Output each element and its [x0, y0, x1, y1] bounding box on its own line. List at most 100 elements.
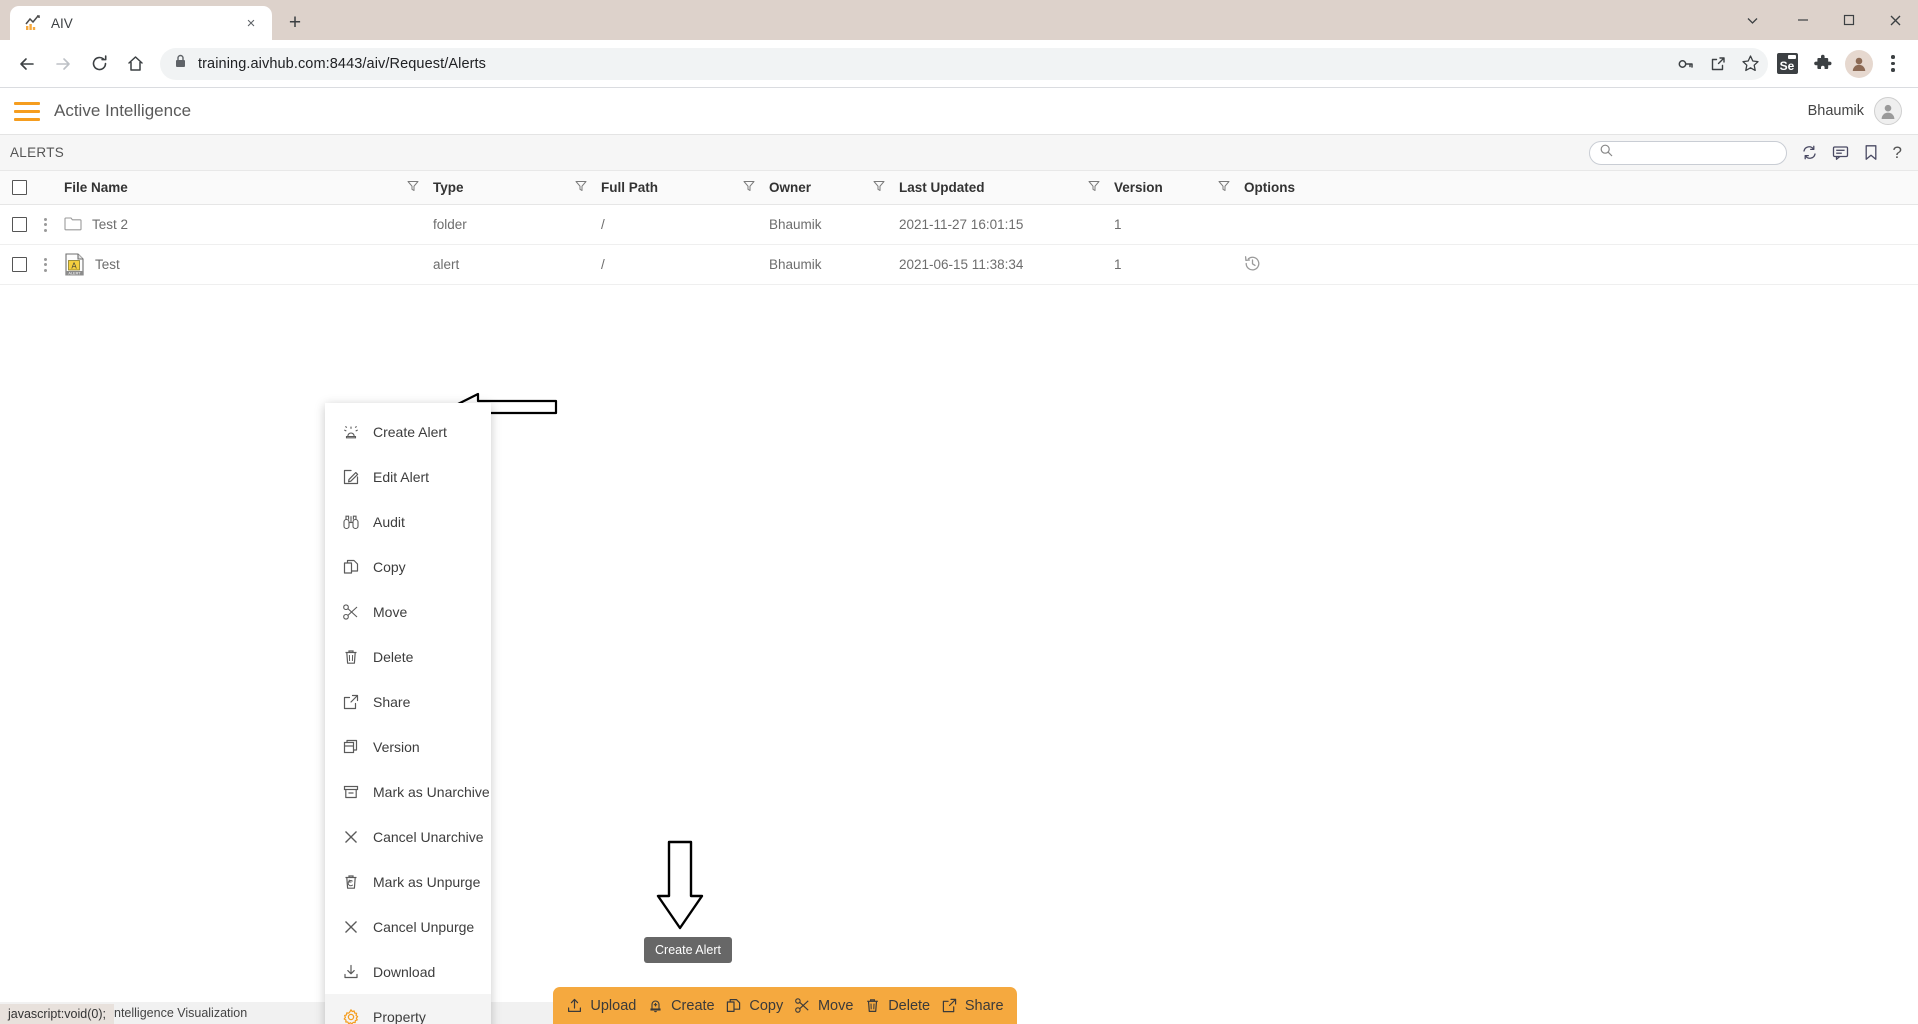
menu-item-label: Cancel Unpurge: [373, 918, 475, 935]
share-button[interactable]: Share: [941, 997, 1004, 1014]
row-file-name: Test 2: [92, 217, 129, 232]
row-menu-icon[interactable]: [32, 217, 58, 232]
browser-menu-icon[interactable]: [1878, 47, 1908, 81]
row-type: folder: [433, 217, 467, 232]
trash-icon: [341, 647, 360, 666]
share-arrow-icon: [941, 997, 958, 1014]
minimize-icon[interactable]: [1780, 0, 1826, 40]
upload-button[interactable]: Upload: [566, 997, 636, 1014]
filter-icon-last-updated[interactable]: [1088, 180, 1100, 195]
row-menu-icon[interactable]: [32, 257, 58, 272]
forward-icon[interactable]: [46, 47, 80, 81]
chevron-down-icon[interactable]: [1724, 0, 1780, 40]
alerts-label: ALERTS: [10, 145, 65, 160]
menu-item-copy[interactable]: Copy: [325, 544, 491, 589]
menu-item-edit-alert[interactable]: Edit Alert: [325, 454, 491, 499]
menu-item-audit[interactable]: Audit: [325, 499, 491, 544]
selenium-extension-icon[interactable]: Se: [1770, 47, 1804, 81]
annotation-arrow-down: [655, 840, 705, 930]
reload-icon[interactable]: [82, 47, 116, 81]
gear-icon: [341, 1007, 360, 1024]
bottom-item-label: Create: [671, 997, 715, 1014]
address-bar[interactable]: training.aivhub.com:8443/aiv/Request/Ale…: [160, 47, 1706, 80]
column-header-full-path[interactable]: Full Path: [601, 180, 743, 195]
upload-icon: [566, 997, 583, 1014]
menu-item-create-alert[interactable]: Create Alert: [325, 409, 491, 454]
filter-icon-full-path[interactable]: [743, 180, 755, 195]
avatar[interactable]: [1874, 97, 1902, 125]
menu-item-move[interactable]: Move: [325, 589, 491, 634]
back-icon[interactable]: [10, 47, 44, 81]
create-alert-tooltip: Create Alert: [644, 937, 733, 963]
history-restore-icon[interactable]: [1244, 255, 1404, 275]
password-key-icon[interactable]: [1670, 48, 1702, 80]
column-header-file-name[interactable]: File Name: [64, 180, 407, 195]
browser-profile-avatar[interactable]: [1845, 49, 1873, 78]
window-close-icon[interactable]: [1872, 0, 1918, 40]
hamburger-menu-icon[interactable]: [14, 101, 40, 121]
filter-icon-version[interactable]: [1218, 180, 1230, 195]
svg-text:A: A: [71, 261, 77, 270]
copy-button[interactable]: Copy: [725, 997, 783, 1014]
menu-item-mark-as-unarchive[interactable]: Mark as Unarchive: [325, 769, 491, 814]
help-icon[interactable]: ?: [1893, 143, 1902, 163]
share-icon[interactable]: [1702, 48, 1734, 80]
maximize-icon[interactable]: [1826, 0, 1872, 40]
column-header-options: Options: [1244, 180, 1295, 195]
new-tab-button[interactable]: +: [280, 7, 310, 37]
table-row[interactable]: Test 2 folder / Bhaumik 2021-11-27 16:01…: [0, 205, 1918, 245]
menu-item-label: Create Alert: [373, 423, 447, 440]
svg-text:ALERT: ALERT: [68, 272, 81, 276]
delete-button[interactable]: Delete: [864, 997, 930, 1014]
alerts-toolbar-actions: ?: [1588, 140, 1902, 165]
siren-icon: [341, 422, 360, 441]
row-file-name: Test: [95, 257, 120, 272]
move-button[interactable]: Move: [794, 997, 853, 1014]
extensions-puzzle-icon[interactable]: [1806, 47, 1840, 81]
bookmark-icon[interactable]: [1863, 144, 1879, 161]
filter-icon-type[interactable]: [575, 180, 587, 195]
filter-icon-owner[interactable]: [873, 180, 885, 195]
row-checkbox[interactable]: [0, 257, 32, 272]
version-stack-icon: [341, 737, 360, 756]
menu-item-mark-as-unpurge[interactable]: Mark as Unpurge: [325, 859, 491, 904]
restore-trash-icon: [341, 872, 360, 891]
menu-item-download[interactable]: Download: [325, 949, 491, 994]
refresh-icon[interactable]: [1801, 144, 1818, 161]
column-header-last-updated[interactable]: Last Updated: [899, 180, 1088, 195]
trash-icon: [864, 997, 881, 1014]
create-bell-icon: [647, 997, 664, 1014]
menu-item-label: Download: [373, 963, 436, 980]
create-button[interactable]: Create: [647, 997, 715, 1014]
home-icon[interactable]: [118, 47, 152, 81]
selenium-icon-label: Se: [1776, 53, 1798, 74]
menu-item-property[interactable]: Property: [325, 994, 491, 1024]
row-checkbox[interactable]: [0, 217, 32, 232]
menu-item-delete[interactable]: Delete: [325, 634, 491, 679]
search-input[interactable]: [1619, 145, 1776, 160]
menu-item-cancel-unpurge[interactable]: Cancel Unpurge: [325, 904, 491, 949]
table-row[interactable]: A ALERT Test alert / Bhaumik 2021-06-15 …: [0, 245, 1918, 285]
column-header-owner[interactable]: Owner: [769, 180, 873, 195]
scissors-icon: [341, 602, 360, 621]
column-header-type[interactable]: Type: [433, 180, 575, 195]
search-box[interactable]: [1588, 140, 1787, 165]
row-owner: Bhaumik: [769, 257, 822, 272]
window-controls: [1724, 0, 1918, 40]
comment-icon[interactable]: [1832, 144, 1849, 161]
browser-tab[interactable]: AIV ×: [10, 6, 272, 40]
menu-item-label: Share: [373, 693, 411, 710]
archive-box-icon: [341, 782, 360, 801]
menu-item-cancel-unarchive[interactable]: Cancel Unarchive: [325, 814, 491, 859]
menu-item-version[interactable]: Version: [325, 724, 491, 769]
close-icon[interactable]: ×: [240, 12, 262, 34]
column-header-version[interactable]: Version: [1114, 180, 1218, 195]
filter-icon-file-name[interactable]: [407, 180, 419, 195]
select-all-checkbox[interactable]: [0, 180, 32, 195]
alerts-table: File Name Type Full Path Owner Last Upda…: [0, 171, 1918, 285]
row-type: alert: [433, 257, 460, 272]
row-version: 1: [1114, 217, 1122, 232]
menu-item-share[interactable]: Share: [325, 679, 491, 724]
bookmark-star-icon[interactable]: [1734, 48, 1766, 80]
folder-icon: [64, 216, 82, 234]
